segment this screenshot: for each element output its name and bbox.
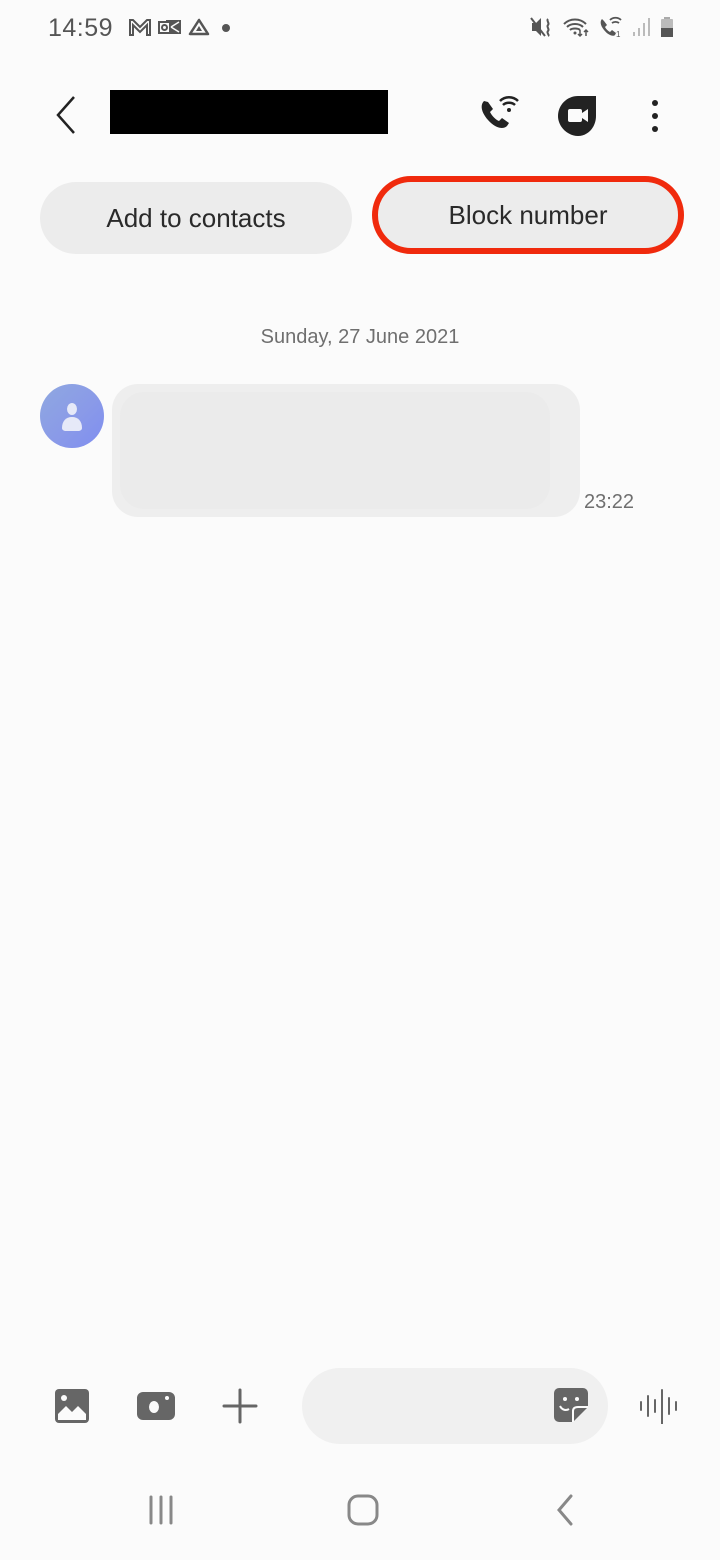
gmail-icon bbox=[129, 19, 151, 36]
signal-icon bbox=[633, 18, 650, 36]
unknown-number-actions: Add to contacts Block number bbox=[0, 176, 720, 254]
voice-wave-icon bbox=[640, 1389, 677, 1424]
add-to-contacts-button[interactable]: Add to contacts bbox=[40, 182, 352, 254]
conversation-header bbox=[0, 80, 720, 150]
back-button[interactable] bbox=[46, 90, 86, 140]
more-options-button[interactable] bbox=[640, 94, 670, 138]
sticker-icon bbox=[554, 1388, 588, 1422]
chevron-left-icon bbox=[56, 96, 75, 134]
wifi-calling-icon: 1 bbox=[600, 16, 622, 38]
more-dot bbox=[652, 126, 658, 132]
system-icons: 1 bbox=[530, 16, 674, 38]
back-icon bbox=[557, 1494, 573, 1526]
nav-home-button[interactable] bbox=[333, 1480, 393, 1540]
system-navigation-bar bbox=[0, 1470, 720, 1550]
message-content bbox=[120, 392, 550, 509]
outlook-icon bbox=[158, 20, 181, 34]
voice-record-button[interactable] bbox=[636, 1386, 680, 1426]
date-separator: Sunday, 27 June 2021 bbox=[260, 326, 460, 348]
message-composer bbox=[0, 1368, 720, 1444]
wifi-call-icon bbox=[481, 96, 519, 128]
plus-icon bbox=[222, 1388, 258, 1424]
notification-icons bbox=[128, 18, 236, 36]
sticker-button[interactable] bbox=[552, 1386, 590, 1424]
person-icon bbox=[62, 403, 82, 431]
recents-icon bbox=[149, 1495, 173, 1525]
status-time: 14:59 bbox=[48, 14, 114, 42]
message-time: 23:22 bbox=[584, 491, 635, 513]
battery-icon bbox=[661, 17, 673, 37]
mute-vibrate-icon bbox=[530, 17, 550, 37]
more-dot bbox=[652, 100, 658, 106]
wifi-call-button[interactable] bbox=[476, 92, 522, 138]
more-dot bbox=[652, 113, 658, 119]
contact-avatar[interactable] bbox=[40, 384, 104, 448]
attach-more-button[interactable] bbox=[220, 1386, 260, 1426]
drive-icon bbox=[188, 18, 210, 36]
gallery-button[interactable] bbox=[52, 1386, 92, 1426]
notification-dot-icon bbox=[222, 24, 230, 32]
video-call-button[interactable] bbox=[556, 94, 600, 138]
gallery-icon bbox=[55, 1389, 89, 1423]
nav-back-button[interactable] bbox=[535, 1480, 595, 1540]
message-bubble[interactable] bbox=[112, 384, 580, 517]
camera-icon bbox=[137, 1392, 175, 1420]
wifi-data-icon bbox=[563, 18, 589, 38]
camera-button[interactable] bbox=[134, 1386, 178, 1426]
contact-name-redacted bbox=[110, 90, 388, 134]
svg-text:1: 1 bbox=[616, 30, 621, 38]
status-bar: 14:59 1 bbox=[0, 0, 720, 60]
nav-recents-button[interactable] bbox=[132, 1480, 192, 1540]
home-icon bbox=[347, 1494, 379, 1526]
block-number-button[interactable]: Block number bbox=[372, 176, 684, 254]
video-call-icon bbox=[558, 96, 596, 136]
